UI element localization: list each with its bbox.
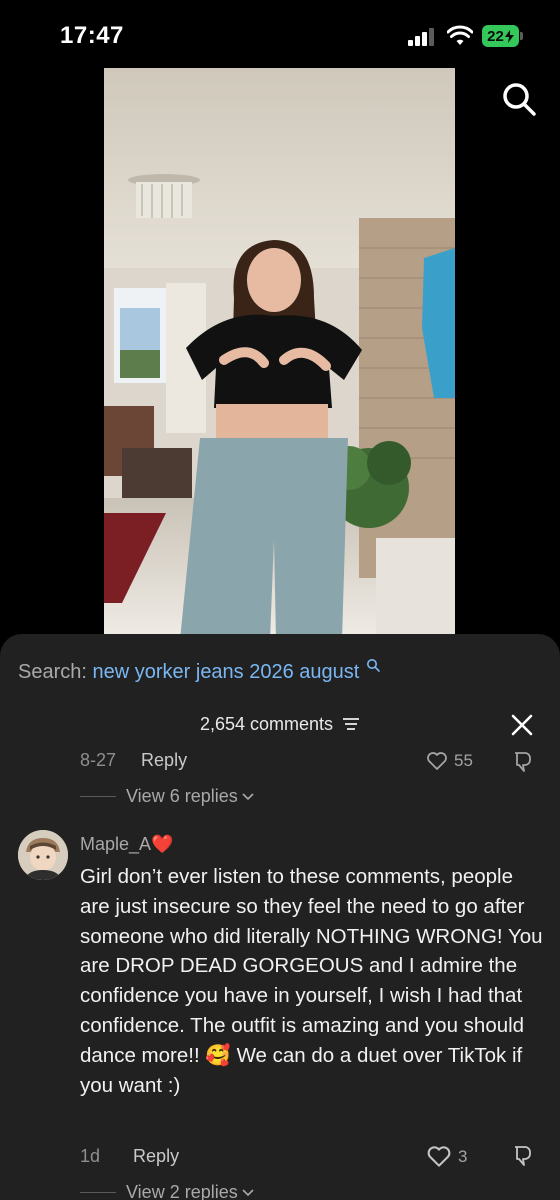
comment-text: Girl don’t ever listen to these comments… <box>80 865 543 1097</box>
battery-level: 22 <box>487 27 504 45</box>
view-replies-button[interactable]: View 6 replies <box>80 786 254 807</box>
comment-date: 8-27 <box>80 750 117 770</box>
search-query-link[interactable]: new yorker jeans 2026 august <box>93 661 360 683</box>
like-button[interactable]: 55 <box>426 751 473 771</box>
search-label: Search: <box>18 661 87 683</box>
battery-icon: 22 <box>482 25 519 47</box>
status-time: 17:47 <box>60 22 124 49</box>
video-frame <box>104 68 455 640</box>
username-text: Maple_A <box>80 834 152 854</box>
comments-header: 2,654 comments <box>0 714 560 735</box>
reply-divider-line <box>80 1192 116 1193</box>
reply-button[interactable]: Reply <box>141 750 187 770</box>
dislike-icon[interactable] <box>512 1144 538 1168</box>
heart-outline-icon <box>427 1146 451 1167</box>
comment-username[interactable]: Maple_A❤️ <box>80 834 173 855</box>
like-button[interactable]: 3 <box>426 1145 467 1168</box>
avatar-image <box>18 830 68 880</box>
cellular-signal-icon <box>408 28 436 46</box>
comment-count: 2,654 comments <box>199 714 334 734</box>
wifi-icon <box>447 25 473 45</box>
search-icon <box>366 659 380 672</box>
battery-tip <box>520 32 523 40</box>
chevron-down-icon <box>242 1188 254 1196</box>
comment-date: 1d <box>80 1146 101 1166</box>
search-icon[interactable] <box>500 80 538 118</box>
view-replies-label: View 2 replies <box>126 1182 238 1200</box>
avatar[interactable] <box>18 830 68 880</box>
reply-button[interactable]: Reply <box>133 1146 179 1166</box>
heart-outline-icon <box>427 752 447 770</box>
filter-icon[interactable] <box>342 717 360 731</box>
username-heart-emoji: ❤️ <box>151 834 174 854</box>
video-player[interactable] <box>104 68 455 640</box>
like-count: 55 <box>454 751 473 770</box>
dislike-icon[interactable] <box>512 750 538 774</box>
chevron-down-icon <box>242 792 254 800</box>
view-replies-label: View 6 replies <box>126 786 238 806</box>
close-icon[interactable] <box>510 713 534 737</box>
status-bar: 17:47 22 <box>0 0 560 70</box>
comment-meta: 1d Reply <box>80 1146 179 1167</box>
comments-sheet: Search: new yorker jeans 2026 august 2,6… <box>0 634 560 1200</box>
previous-comment-meta: 8-27 Reply <box>80 750 187 771</box>
search-suggestion[interactable]: Search: new yorker jeans 2026 august <box>18 658 380 684</box>
view-replies-button[interactable]: View 2 replies <box>80 1182 254 1200</box>
reply-divider-line <box>80 796 116 797</box>
like-count: 3 <box>458 1146 468 1166</box>
